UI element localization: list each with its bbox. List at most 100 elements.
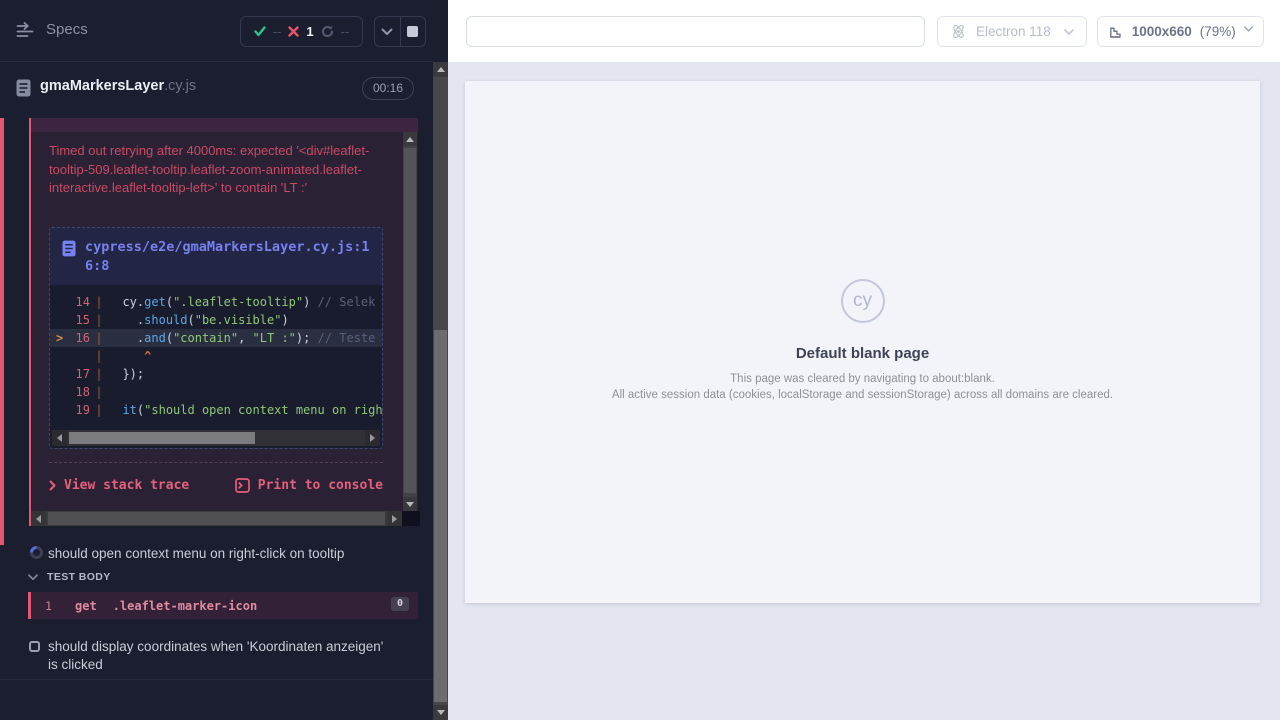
code-line: >16| .and("contain", "LT :"); // Teste [50,329,382,347]
command-target: .leaflet-marker-icon [113,599,258,613]
reporter-header: Specs -- 1 -- [0,0,433,62]
error-attempt-block: Timed out retrying after 4000ms: expecte… [29,118,418,526]
passed-icon [254,26,266,37]
chevron-down-icon [1244,26,1253,32]
failed-icon [288,26,299,37]
print-to-console-button[interactable]: Print to console [235,478,383,493]
blank-page-title: Default blank page [796,345,929,362]
specs-label: Specs [46,21,88,38]
passed-count: -- [273,24,282,39]
editor-horizontal-scrollbar[interactable] [52,430,380,446]
cypress-logo-text: cy [853,290,872,312]
specs-list-icon [16,22,35,38]
failed-count: 1 [306,24,313,39]
console-icon [235,478,250,493]
code-editor: 14| cy.get(".leaflet-tooltip") // Selek1… [50,285,382,448]
specs-list-toggle[interactable]: Specs [16,21,88,38]
scroll-up-arrow[interactable] [433,62,448,77]
spec-file-icon [16,79,31,97]
scroll-left-arrow[interactable] [52,430,67,446]
pending-count: -- [341,24,350,39]
code-lines: 14| cy.get(".leaflet-tooltip") // Selek1… [50,285,382,419]
running-spinner-icon [27,543,45,561]
error-file-link[interactable]: cypress/e2e/gmaMarkersLayer.cy.js:16:8 [50,228,382,284]
error-hscroll-thumb[interactable] [48,512,385,525]
scroll-right-arrow[interactable] [387,511,402,526]
reporter-scrollbar[interactable] [433,62,448,720]
error-horizontal-scrollbar[interactable] [31,511,402,526]
chevron-right-icon [49,480,56,491]
url-input[interactable] [466,16,925,47]
attempt-footer: View stack trace Print to console [49,470,383,500]
code-line: 18| [50,383,382,401]
test-title: should display coordinates when 'Koordin… [48,638,384,674]
chevron-down-icon [381,28,393,36]
scroll-down-arrow[interactable] [403,497,417,511]
cypress-logo: cy [841,279,885,323]
scroll-down-arrow[interactable] [433,705,448,720]
spec-extension: .cy.js [164,78,196,94]
viewport-selector[interactable]: 1000x660 (79%) [1097,16,1264,47]
run-stats: -- 1 -- [240,16,363,47]
view-stack-trace-label: View stack trace [64,478,189,493]
code-line: 19| it("should open context menu on righ [50,401,382,419]
runner-panel: Electron 118 1000x660 (79%) [448,0,1280,720]
scroll-right-arrow[interactable] [365,430,380,446]
attempt-header-band [31,118,418,132]
error-vertical-scrollbar[interactable] [403,132,417,511]
pending-icon [321,25,334,38]
command-log-row[interactable]: 1 get .leaflet-marker-icon 0 [28,592,418,619]
viewport-scale: (79%) [1200,24,1236,39]
code-frame: cypress/e2e/gmaMarkersLayer.cy.js:16:8 1… [49,227,383,449]
test-body-section-toggle[interactable]: TEST BODY [28,571,111,583]
editor-hscroll-thumb[interactable] [69,432,255,444]
pending-test-icon [29,641,40,652]
command-method: get [75,599,97,613]
electron-icon [950,23,967,40]
code-line: 15| .should("be.visible") [50,311,382,329]
blank-page-line2: All active session data (cookies, localS… [612,387,1113,403]
viewport-size: 1000x660 [1132,24,1192,39]
reporter-panel: Specs -- 1 -- [0,0,448,720]
code-line: 17| }); [50,365,382,383]
cypress-runner: Specs -- 1 -- [0,0,1280,720]
stop-icon [407,26,418,37]
view-stack-trace-button[interactable]: View stack trace [49,478,189,493]
footer-separator [49,462,383,463]
chevron-down-icon [1064,29,1074,35]
spec-basename: gmaMarkersLayer [40,78,164,94]
element-count-badge: 0 [391,597,409,611]
code-line: 14| cy.get(".leaflet-tooltip") // Selek [50,293,382,311]
blank-page-content: cy Default blank page This page was clea… [465,279,1260,403]
aut-iframe: cy Default blank page This page was clea… [465,81,1260,603]
spec-name: gmaMarkersLayer.cy.js [40,78,196,94]
blank-page-line1: This page was cleared by navigating to a… [730,371,995,387]
stop-button[interactable] [400,17,426,46]
scrollbar-corner [402,511,420,526]
test-body-label: TEST BODY [47,571,111,583]
error-vscroll-thumb[interactable] [404,148,416,493]
file-icon [62,240,76,257]
scroll-up-arrow[interactable] [403,132,417,146]
scroll-left-arrow[interactable] [31,511,46,526]
test-list-divider [0,679,433,680]
print-to-console-label: Print to console [258,478,383,493]
code-line: | ^ [50,347,382,365]
test-item-running[interactable]: should open context menu on right-click … [0,540,433,568]
error-file-path: cypress/e2e/gmaMarkersLayer.cy.js:16:8 [85,238,372,276]
collapse-button[interactable] [375,17,400,46]
spec-duration-badge: 00:16 [362,77,414,100]
attempt-body: Timed out retrying after 4000ms: expecte… [31,132,418,511]
reporter-scroll-thumb[interactable] [434,330,447,702]
command-number: 1 [31,599,67,613]
browser-bar: Electron 118 1000x660 (79%) [448,0,1280,63]
error-message: Timed out retrying after 4000ms: expecte… [49,142,383,198]
browser-selector[interactable]: Electron 118 [937,16,1087,47]
test-title: should open context menu on right-click … [48,545,398,563]
run-controls [374,16,426,47]
spec-row[interactable]: gmaMarkersLayer.cy.js 00:16 [0,63,433,113]
ruler-icon [1108,23,1124,40]
failed-test-indicator [0,118,4,545]
browser-name: Electron 118 [976,24,1051,39]
chevron-down-icon [28,574,38,581]
